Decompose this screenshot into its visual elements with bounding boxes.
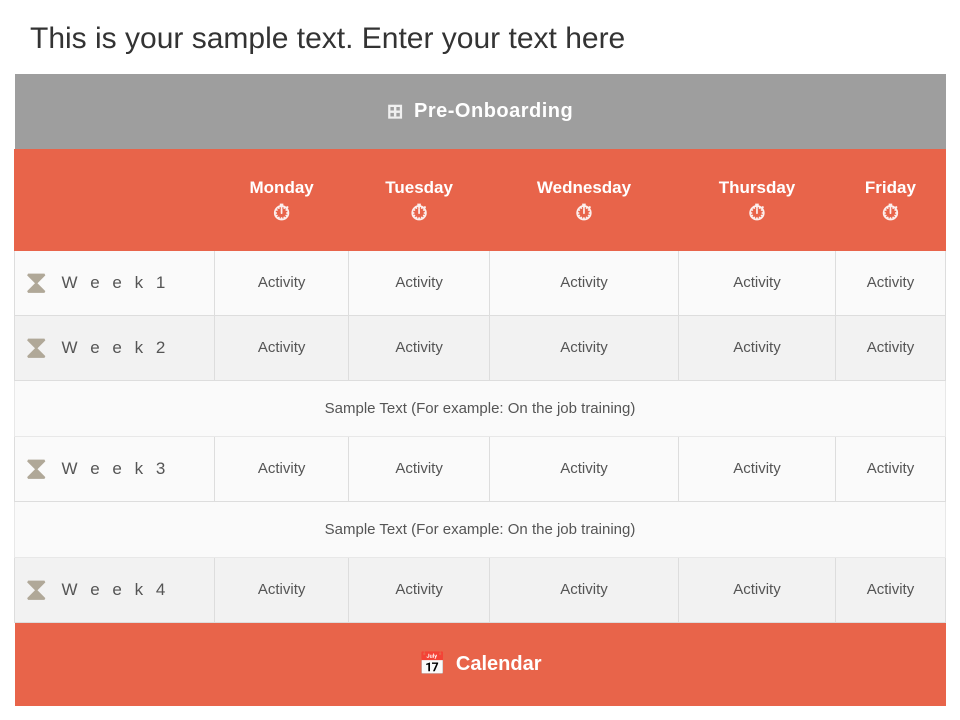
page: This is your sample text. Enter your tex…: [0, 0, 960, 720]
monday-header: Monday ⏱: [215, 149, 349, 250]
week-1-tuesday-activity[interactable]: Activity: [349, 251, 490, 316]
week-3-friday-activity[interactable]: Activity: [835, 436, 945, 501]
day-header-row: Monday ⏱ Tuesday ⏱ Wednesday ⏱ Thursday …: [15, 149, 946, 250]
week-1-wednesday-activity[interactable]: Activity: [489, 251, 678, 316]
week-3-thursday-activity[interactable]: Activity: [679, 436, 836, 501]
week-1-label: W e e k 1: [61, 273, 169, 293]
week-2-label: W e e k 2: [61, 338, 169, 358]
week-4-label-cell: ⧗ W e e k 4: [15, 557, 215, 622]
week-1-label-cell: ⧗ W e e k 1: [15, 251, 215, 316]
schedule-table-wrapper: ⊞ Pre-Onboarding Monday ⏱ Tuesday ⏱ Wedn…: [0, 74, 960, 720]
tuesday-header: Tuesday ⏱: [349, 149, 490, 250]
week-2-row: ⧗ W e e k 2 Activity Activity Activity A…: [15, 315, 946, 380]
week-2-wednesday-activity[interactable]: Activity: [489, 315, 678, 380]
week-2-friday-activity[interactable]: Activity: [835, 315, 945, 380]
pre-onboarding-header-cell: ⊞ Pre-Onboarding: [15, 74, 946, 149]
week-2-hourglass-icon: ⧗: [25, 329, 47, 367]
calendar-footer-cell: 📅 Calendar: [15, 622, 946, 706]
week-4-hourglass-icon: ⧗: [25, 571, 47, 609]
week-2-tuesday-activity[interactable]: Activity: [349, 315, 490, 380]
week-2-monday-activity[interactable]: Activity: [215, 315, 349, 380]
week-2-label-cell: ⧗ W e e k 2: [15, 315, 215, 380]
sample-text-cell-2: Sample Text (For example: On the job tra…: [15, 501, 946, 557]
week-4-friday-activity[interactable]: Activity: [835, 557, 945, 622]
week-4-label: W e e k 4: [61, 580, 169, 600]
week-4-monday-activity[interactable]: Activity: [215, 557, 349, 622]
week-3-label: W e e k 3: [61, 459, 169, 479]
week-1-thursday-activity[interactable]: Activity: [679, 251, 836, 316]
week-1-monday-activity[interactable]: Activity: [215, 251, 349, 316]
pre-onboarding-title: Pre-Onboarding: [414, 100, 573, 123]
calendar-footer-label: Calendar: [456, 653, 542, 676]
thursday-clock-icon: ⏱: [683, 200, 831, 226]
calendar-footer-row: 📅 Calendar: [15, 622, 946, 706]
thursday-header: Thursday ⏱: [679, 149, 836, 250]
week-3-tuesday-activity[interactable]: Activity: [349, 436, 490, 501]
friday-clock-icon: ⏱: [840, 200, 941, 226]
week-3-wednesday-activity[interactable]: Activity: [489, 436, 678, 501]
tuesday-clock-icon: ⏱: [353, 200, 485, 226]
monday-clock-icon: ⏱: [219, 200, 344, 226]
sample-text-cell-1: Sample Text (For example: On the job tra…: [15, 380, 946, 436]
week-2-thursday-activity[interactable]: Activity: [679, 315, 836, 380]
week-3-label-cell: ⧗ W e e k 3: [15, 436, 215, 501]
calendar-footer-icon: 📅: [419, 651, 446, 677]
week-4-thursday-activity[interactable]: Activity: [679, 557, 836, 622]
week-1-row: ⧗ W e e k 1 Activity Activity Activity A…: [15, 251, 946, 316]
pre-onboarding-header-row: ⊞ Pre-Onboarding: [15, 74, 946, 149]
wednesday-header: Wednesday ⏱: [489, 149, 678, 250]
week-1-hourglass-icon: ⧗: [25, 264, 47, 302]
sample-text-row-1: Sample Text (For example: On the job tra…: [15, 380, 946, 436]
friday-header: Friday ⏱: [835, 149, 945, 250]
week-3-hourglass-icon: ⧗: [25, 450, 47, 488]
week-4-tuesday-activity[interactable]: Activity: [349, 557, 490, 622]
sample-text-heading[interactable]: This is your sample text. Enter your tex…: [0, 0, 960, 74]
week-4-row: ⧗ W e e k 4 Activity Activity Activity A…: [15, 557, 946, 622]
week-3-monday-activity[interactable]: Activity: [215, 436, 349, 501]
week-header-empty-cell: [15, 149, 215, 250]
week-3-row: ⧗ W e e k 3 Activity Activity Activity A…: [15, 436, 946, 501]
wednesday-clock-icon: ⏱: [494, 200, 674, 226]
schedule-table: ⊞ Pre-Onboarding Monday ⏱ Tuesday ⏱ Wedn…: [14, 74, 946, 706]
sample-text-row-2: Sample Text (For example: On the job tra…: [15, 501, 946, 557]
week-1-friday-activity[interactable]: Activity: [835, 251, 945, 316]
grid-icon: ⊞: [387, 99, 404, 124]
week-4-wednesday-activity[interactable]: Activity: [489, 557, 678, 622]
